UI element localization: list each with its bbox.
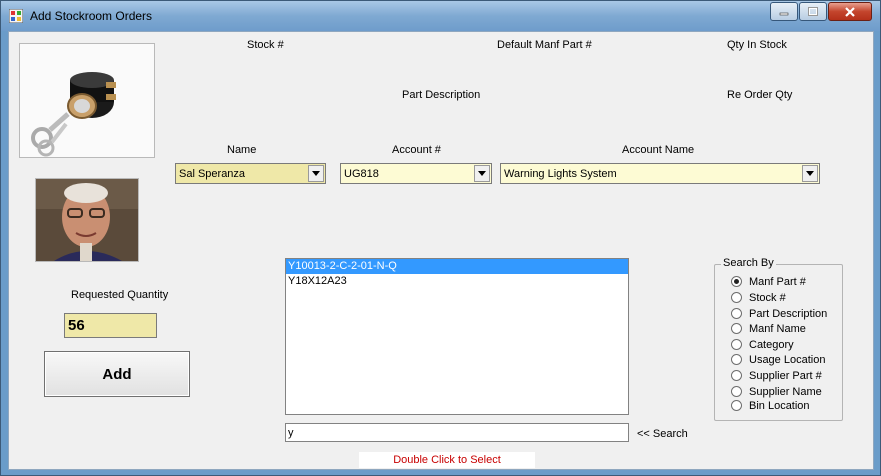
window-title: Add Stockroom Orders xyxy=(30,9,153,23)
account-name-dropdown-button[interactable] xyxy=(802,165,818,182)
app-icon xyxy=(9,9,23,23)
radio-icon[interactable] xyxy=(731,354,742,365)
name-label: Name xyxy=(227,144,257,156)
name-value: Sal Speranza xyxy=(179,168,246,180)
minimize-button[interactable] xyxy=(770,2,798,21)
part-description-label: Part Description xyxy=(402,89,481,101)
default-manf-part-label: Default Manf Part # xyxy=(497,39,592,51)
close-icon xyxy=(845,6,855,17)
radio-stock-number[interactable]: Stock # xyxy=(731,290,786,305)
add-button[interactable]: Add xyxy=(44,351,190,397)
chevron-down-icon xyxy=(312,171,320,176)
radio-usage-location[interactable]: Usage Location xyxy=(731,352,825,367)
account-name-combo[interactable]: Warning Lights System xyxy=(500,163,820,184)
maximize-icon xyxy=(808,6,818,16)
account-number-combo[interactable]: UG818 xyxy=(340,163,492,184)
radio-icon[interactable] xyxy=(731,370,742,381)
double-click-hint: Double Click to Select xyxy=(359,452,535,468)
radio-part-description[interactable]: Part Description xyxy=(731,306,827,321)
radio-selected-icon[interactable] xyxy=(731,276,742,287)
person-photo-image xyxy=(36,179,138,261)
name-dropdown-button[interactable] xyxy=(308,165,324,182)
radio-icon[interactable] xyxy=(731,386,742,397)
qty-in-stock-label: Qty In Stock xyxy=(727,39,787,51)
radio-icon[interactable] xyxy=(731,292,742,303)
close-button[interactable] xyxy=(828,2,872,21)
part-image xyxy=(19,43,155,158)
maximize-button[interactable] xyxy=(799,2,827,21)
account-number-value: UG818 xyxy=(344,168,379,180)
search-by-title: Search By xyxy=(721,257,776,269)
stock-number-label: Stock # xyxy=(247,39,284,51)
account-number-label: Account # xyxy=(392,144,441,156)
radio-supplier-part[interactable]: Supplier Part # xyxy=(731,368,822,383)
reorder-qty-label: Re Order Qty xyxy=(727,89,793,101)
search-link[interactable]: << Search xyxy=(637,428,688,440)
results-listbox[interactable]: Y10013-2-C-2-01-N-Q Y18X12A23 xyxy=(285,258,629,415)
list-item[interactable]: Y10013-2-C-2-01-N-Q xyxy=(286,259,628,274)
key-switch-image xyxy=(20,44,154,157)
employee-photo xyxy=(35,178,139,262)
radio-manf-part[interactable]: Manf Part # xyxy=(731,274,806,289)
name-combo[interactable]: Sal Speranza xyxy=(175,163,326,184)
title-bar[interactable]: Add Stockroom Orders xyxy=(1,1,880,31)
form-client-area: Stock # Default Manf Part # Qty In Stock… xyxy=(8,31,874,470)
radio-icon[interactable] xyxy=(731,339,742,350)
radio-supplier-name[interactable]: Supplier Name xyxy=(731,384,822,399)
requested-quantity-input[interactable]: 56 xyxy=(64,313,157,338)
account-number-dropdown-button[interactable] xyxy=(474,165,490,182)
radio-icon[interactable] xyxy=(731,308,742,319)
list-item[interactable]: Y18X12A23 xyxy=(286,274,628,289)
radio-icon[interactable] xyxy=(731,400,742,411)
radio-manf-name[interactable]: Manf Name xyxy=(731,321,806,336)
radio-bin-location[interactable]: Bin Location xyxy=(731,398,810,413)
requested-quantity-label: Requested Quantity xyxy=(71,289,169,301)
chevron-down-icon xyxy=(806,171,814,176)
minimize-icon xyxy=(779,12,789,15)
account-name-label: Account Name xyxy=(622,144,695,156)
radio-icon[interactable] xyxy=(731,323,742,334)
search-by-group: Search By Manf Part # Stock # Part Descr… xyxy=(714,257,843,421)
account-name-value: Warning Lights System xyxy=(504,168,617,180)
search-input[interactable]: y xyxy=(285,423,629,442)
chevron-down-icon xyxy=(478,171,486,176)
radio-category[interactable]: Category xyxy=(731,337,794,352)
app-window: Add Stockroom Orders Stock # Default Man… xyxy=(0,0,881,476)
